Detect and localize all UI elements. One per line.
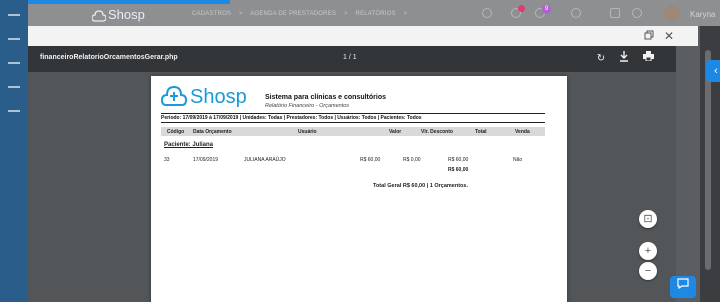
patient-group-label: Paciente: Juliana [164,142,214,148]
sidebar-icon[interactable] [8,110,20,112]
app-breadcrumb-menu: CADASTROS > AGENDA DE PRESTADORES > RELA… [192,11,413,17]
menu-separator: > [239,11,243,17]
support-chat-icon[interactable] [670,276,696,298]
print-icon[interactable] [640,51,656,67]
fit-page-icon[interactable]: ⊡ [639,210,657,228]
notification-dot [518,5,525,12]
menu-separator: > [343,11,348,17]
search-icon[interactable] [482,8,492,18]
table-header: Código Data Orçamento Usuário Valor Vlr.… [161,127,545,136]
col-total: Total [475,129,487,135]
report-brand: Shosp [190,86,247,108]
col-usuario: Usuário [298,129,317,135]
cloud-icon [91,10,107,22]
app-logo[interactable]: Shosp [91,7,145,22]
col-data: Data Orçamento [193,129,232,135]
menu-icon[interactable] [8,14,20,16]
collapse-panel-icon[interactable]: ‹ [706,60,720,82]
sidebar-icon[interactable] [8,38,20,40]
cell-total: R$ 60,00 [448,157,469,163]
cell-usuario: JULIANA ARAÚJO [244,157,286,163]
report-subtitle: Relatório Financeiro - Orçamentos [265,103,350,109]
sidebar-icon[interactable] [8,86,20,88]
col-codigo: Código [167,129,185,135]
col-desconto: Vlr. Desconto [421,129,453,135]
cloud-icon [160,85,188,106]
help-icon[interactable] [571,8,581,18]
sidebar-icon[interactable] [8,62,20,64]
app-brand: Shosp [108,7,145,22]
avatar[interactable] [664,5,680,21]
scrollbar[interactable] [705,50,711,270]
col-valor: Valor [389,129,402,135]
user-name[interactable]: Karyna [690,10,715,19]
close-icon[interactable]: ✕ [662,29,676,43]
modal-header: ✕ [28,26,698,46]
menu-agenda[interactable]: AGENDA DE PRESTADORES [250,11,336,17]
pdf-filename: financeiroRelatorioOrcamentosGerar.php [40,54,178,61]
subtotal: R$ 60,00 [448,167,469,173]
settings-icon[interactable] [632,8,642,18]
calculator-icon[interactable] [610,8,620,18]
menu-relatorios[interactable]: RELATÓRIOS [356,11,396,17]
cell-desconto: R$ 0,00 [403,157,421,163]
report-filter: Período: 17/09/2019 à 17/09/2019 | Unida… [161,115,422,121]
notification-badge: 9 [542,5,551,14]
page-indicator: 1 / 1 [343,54,357,61]
cell-codigo: 33 [164,157,170,163]
cell-venda: Não [513,157,523,163]
col-venda: Venda [515,129,530,135]
pdf-toolbar: financeiroRelatorioOrcamentosGerar.php 1… [28,46,676,72]
pdf-viewer: financeiroRelatorioOrcamentosGerar.php 1… [28,46,676,302]
zoom-in-icon[interactable]: + [639,242,657,260]
grand-total: Total Geral R$ 60,00 | 1 Orçamentos. [373,183,468,189]
menu-cadastros[interactable]: CADASTROS [192,11,231,17]
menu-separator: > [403,11,408,17]
zoom-out-icon[interactable]: − [639,262,657,280]
cell-data: 17/09/2019 [193,157,219,163]
report-title: Sistema para clínicas e consultórios [265,94,386,101]
divider [161,113,545,114]
cell-valor: R$ 60,00 [360,157,381,163]
restore-icon[interactable] [642,29,656,43]
rotate-icon[interactable]: ↻ [593,51,609,67]
top-highlight [14,0,230,4]
app-sidebar [0,0,28,302]
pdf-page: Shosp Sistema para clínicas e consultóri… [151,76,567,302]
download-icon[interactable] [616,51,632,67]
report-logo: Shosp [160,84,247,110]
divider [161,122,545,123]
